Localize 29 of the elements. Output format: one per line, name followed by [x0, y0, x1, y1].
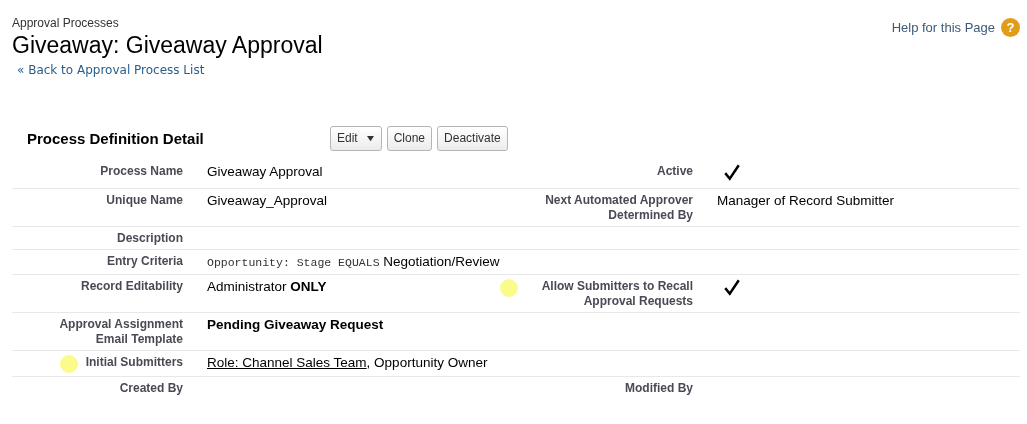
action-button[interactable]: Clone: [386, 125, 433, 151]
caret-icon: [365, 134, 375, 142]
field-value: Giveaway_Approval: [207, 193, 328, 208]
field-value: Administrator ONLY: [207, 279, 327, 294]
field-label: Approval Assignment Email Template: [58, 317, 183, 347]
section-title: Process Definition Detail: [27, 129, 205, 147]
help-link[interactable]: Help for this Page: [891, 20, 995, 35]
field-label: Initial Submitters: [85, 355, 183, 370]
field-label: Description: [117, 231, 183, 246]
back-link[interactable]: « Back to Approval Process List: [17, 63, 323, 77]
field-value: Role: Channel Sales Team, Opportunity Owner: [207, 355, 488, 370]
field-value: Opportunity: Stage EQUALS Negotiation/Review: [207, 254, 500, 269]
field-label: Allow Submitters to Recall Approval Requests: [540, 279, 693, 309]
field-label: Active: [656, 164, 693, 179]
dropdown-button[interactable]: Edit: [330, 125, 382, 151]
field-label: Process Name: [100, 164, 183, 179]
field-value: Pending Giveaway Request: [207, 317, 384, 332]
field-value: Giveaway Approval: [207, 164, 323, 179]
field-label: Next Automated Approver Determined By: [544, 193, 693, 223]
field-label: Record Editability: [80, 279, 183, 294]
breadcrumb-text: Approval Processes: [12, 16, 120, 30]
field-label: Unique Name: [106, 193, 183, 208]
field-label: Created By: [119, 381, 183, 396]
field-value: Manager of Record Submitter: [717, 193, 895, 208]
field-label: Entry Criteria: [106, 254, 183, 269]
field-label: Modified By: [625, 381, 693, 396]
action-button[interactable]: Deactivate: [437, 125, 508, 151]
page-title: Giveaway: Giveaway Approval: [12, 31, 323, 60]
record-link[interactable]: Role: Channel Sales Team: [207, 355, 367, 370]
